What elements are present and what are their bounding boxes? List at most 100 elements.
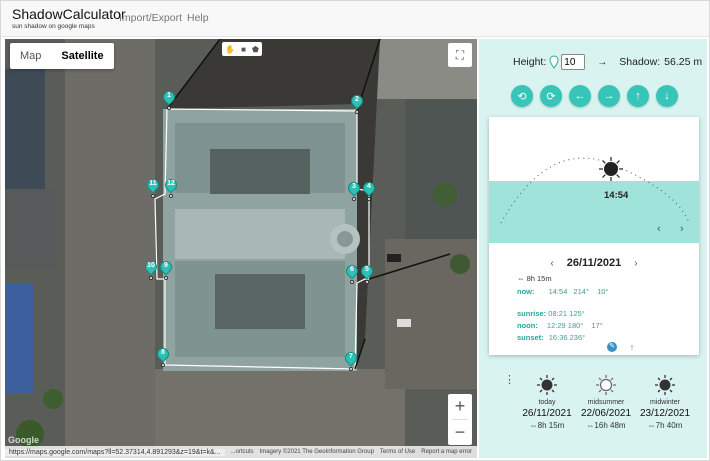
zoom-in-button[interactable]: + — [448, 394, 472, 419]
noon-azimuth: 180° — [567, 321, 584, 330]
polygon-vertex-marker[interactable]: 12 — [162, 176, 180, 198]
sun-path-chart[interactable] — [489, 117, 699, 243]
more-options-icon[interactable]: ⋮ — [504, 375, 515, 386]
sun-time: 14:54 — [604, 190, 629, 201]
control-panel: Height: → Shadow: 56.25 m ⟲ ⟳ ← → ↑ ↓ — [479, 39, 707, 458]
polygon-vertex-marker[interactable]: 11 — [144, 176, 162, 198]
sun-icon — [537, 375, 557, 395]
zoom-out-button[interactable]: − — [448, 420, 472, 445]
day-name: midwinter — [650, 399, 680, 406]
sun-icon — [655, 375, 675, 395]
day-length: ⇔7h 40m — [647, 421, 683, 430]
polygon-vertex-marker[interactable]: 2 — [348, 92, 366, 114]
map-type-satellite[interactable]: Satellite — [51, 43, 113, 69]
day-date: 26/11/2021 — [522, 408, 572, 419]
sunrise-azimuth: 125° — [569, 309, 585, 318]
marker-label: 12 — [167, 180, 175, 187]
noon-altitude: 17° — [591, 321, 603, 330]
day-date: 22/06/2021 — [580, 408, 632, 419]
rotate-cw-button[interactable]: ⟳ — [540, 85, 562, 107]
arrow-icon: → — [597, 56, 608, 68]
fullscreen-icon: ⛶ — [455, 47, 465, 62]
marker-label: 7 — [349, 353, 353, 360]
sunset-label: sunset: — [517, 333, 544, 342]
rotate-ccw-button[interactable]: ⟲ — [511, 85, 533, 107]
day-date: 23/12/2021 — [639, 408, 691, 419]
card-actions: ✎ ↑ — [607, 342, 647, 352]
marker-label: 3 — [352, 183, 356, 190]
marker-label: 10 — [147, 262, 155, 269]
rectangle-icon[interactable]: ■ — [241, 45, 246, 54]
top-bar: ShadowCalculator sun shadow on google ma… — [1, 1, 709, 37]
pan-right-button[interactable]: → — [598, 85, 620, 107]
rotate-cw-icon: ⟳ — [546, 90, 556, 103]
sun-outline-icon — [596, 375, 616, 395]
map-controls: ⟲ ⟳ ← → ↑ ↓ — [511, 85, 685, 107]
shadow-label: Shadow: — [619, 56, 661, 68]
height-input[interactable] — [561, 54, 586, 70]
compass-icon[interactable]: ✎ — [607, 342, 617, 352]
polygon-vertex-marker[interactable]: 10 — [142, 258, 160, 280]
now-azimuth: 214° — [573, 287, 589, 296]
day-preset-midwinter[interactable]: midwinter 23/12/2021 ⇔7h 40m — [635, 374, 695, 430]
polygon-icon[interactable]: ⬟ — [252, 45, 259, 54]
sunrise-row: sunrise: 08:21 125° — [517, 309, 585, 318]
polygon-vertex-marker[interactable]: 1 — [160, 88, 178, 110]
map-type-control: Map Satellite — [10, 43, 114, 69]
sunrise-time: 08:21 — [548, 309, 568, 318]
polygon-vertex-marker[interactable]: 6 — [343, 262, 361, 284]
pan-left-button[interactable]: ← — [569, 85, 591, 107]
brand[interactable]: ShadowCalculator sun shadow on google ma… — [12, 7, 126, 31]
polygon-vertex-marker[interactable]: 8 — [154, 345, 172, 367]
date-next-button[interactable]: › — [634, 258, 637, 269]
marker-label: 8 — [161, 349, 165, 356]
marker-label: 6 — [350, 266, 354, 273]
sun-path-card: 14:54 ‹ › ‹ 26/11/2021 › ⇔ 8h 15m now: 1… — [489, 117, 699, 355]
marker-label: 5 — [365, 266, 369, 273]
time-prev-button[interactable]: ‹ — [657, 223, 661, 235]
polygon-vertex-marker[interactable]: 7 — [342, 349, 360, 371]
current-date[interactable]: 26/11/2021 — [567, 257, 621, 269]
satellite-map[interactable]: Map Satellite ✋ ■ ⬟ ⛶ 1 2 3 4 5 6 7 8 9 … — [5, 39, 477, 458]
day-preset-midsummer[interactable]: midsummer 22/06/2021 ⇔16h 48m — [576, 374, 636, 430]
noon-time: 12:29 — [546, 321, 566, 330]
footer-shortcuts[interactable]: ...ortcuts — [231, 449, 254, 455]
arrow-up-icon: ↑ — [635, 90, 641, 102]
polygon-vertex-marker[interactable]: 5 — [358, 262, 376, 284]
sunset-azimuth: 236° — [569, 333, 586, 342]
height-pin-icon — [549, 55, 559, 69]
map-type-map[interactable]: Map — [10, 43, 51, 69]
marker-label: 9 — [164, 262, 168, 269]
footer-terms[interactable]: Terms of Use — [380, 449, 415, 455]
date-prev-button[interactable]: ‹ — [550, 258, 553, 269]
marker-label: 4 — [367, 183, 371, 190]
now-time: 14:54 — [548, 287, 568, 296]
rotate-ccw-icon: ⟲ — [517, 90, 527, 103]
arrow-up-icon[interactable]: ↑ — [627, 342, 637, 352]
shadow-length: 56.25 m — [664, 56, 703, 68]
google-logo: Google — [8, 435, 39, 445]
time-next-button[interactable]: › — [680, 223, 684, 235]
polygon-vertex-marker[interactable]: 9 — [157, 258, 175, 280]
day-length-value: ⇔ 8h 15m — [517, 274, 552, 283]
pan-up-button[interactable]: ↑ — [627, 85, 649, 107]
nav-import-export[interactable]: Import/Export — [119, 12, 182, 24]
arrow-down-icon: ↓ — [664, 90, 670, 102]
date-selector: ‹ 26/11/2021 › — [489, 257, 699, 269]
polygon-vertex-marker[interactable]: 4 — [360, 179, 378, 201]
day-preset-today[interactable]: today 26/11/2021 ⇔8h 15m — [517, 374, 577, 430]
map-footer: https://maps.google.com/maps?ll=52.37314… — [5, 446, 477, 458]
nav-help[interactable]: Help — [187, 12, 209, 24]
fullscreen-button[interactable]: ⛶ — [448, 43, 472, 67]
zoom-control: + − — [448, 394, 472, 445]
day-length: ⇔ 8h 15m — [517, 274, 552, 283]
app-subtitle: sun shadow on google maps — [12, 23, 95, 30]
hand-icon[interactable]: ✋ — [225, 45, 235, 54]
footer-report[interactable]: Report a map error — [421, 449, 472, 455]
polygon-vertex-marker[interactable]: 3 — [345, 179, 363, 201]
pan-down-button[interactable]: ↓ — [656, 85, 678, 107]
height-label: Height: — [513, 56, 547, 68]
day-name: midsummer — [587, 399, 625, 406]
marker-label: 1 — [167, 92, 171, 99]
app-window: ShadowCalculator sun shadow on google ma… — [0, 0, 710, 461]
